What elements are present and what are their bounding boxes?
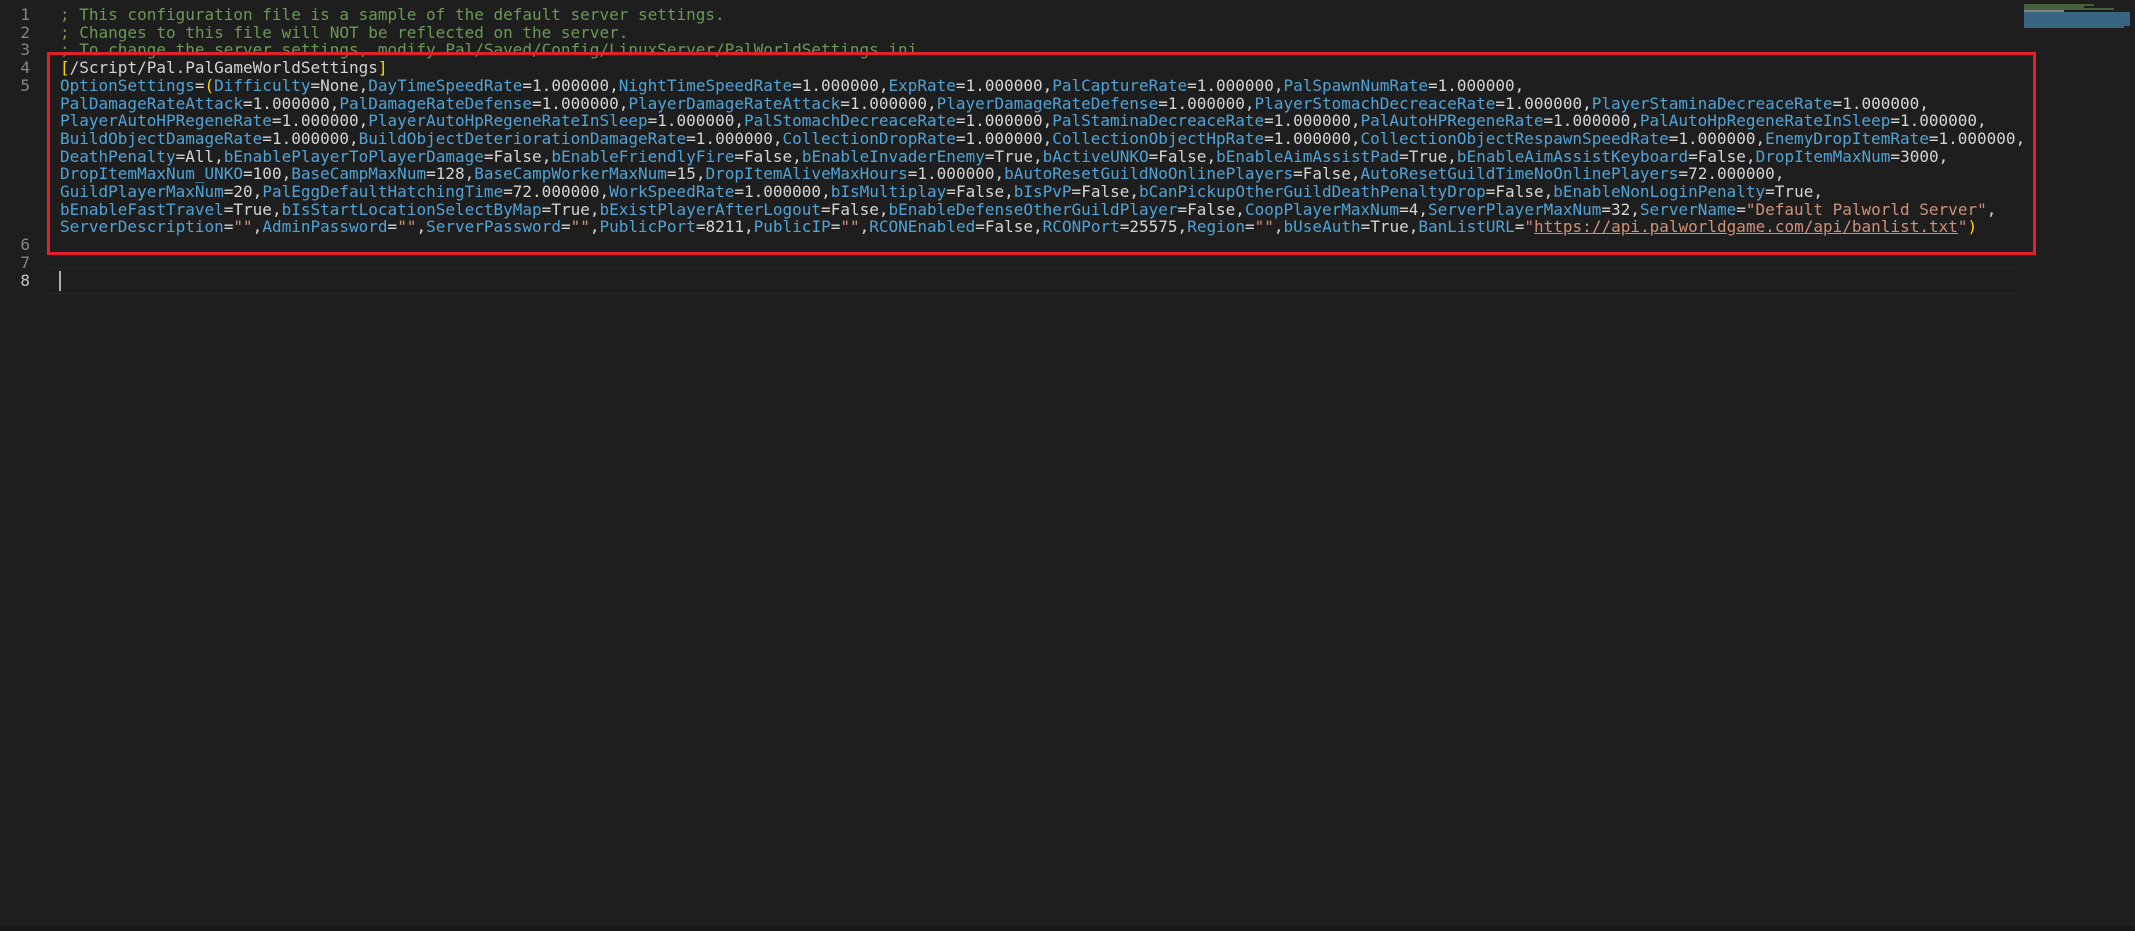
comma: ,	[1408, 217, 1419, 237]
code-editor[interactable]: 1; This configuration file is a sample o…	[0, 0, 2135, 931]
setting-key: PublicPort	[599, 217, 696, 237]
comma: ,	[1033, 217, 1043, 237]
setting-key: bUseAuth	[1283, 217, 1361, 237]
comma: ,	[1986, 199, 1997, 219]
editor-bottom-edge	[0, 925, 2135, 931]
equals: =	[1244, 217, 1255, 237]
paren-close: )	[1967, 217, 1978, 237]
setting-value: ""	[1254, 217, 1274, 237]
setting-key: RCONPort	[1042, 217, 1120, 237]
quote: "	[1957, 217, 1968, 237]
equals: =	[223, 217, 234, 237]
minimap[interactable]	[2024, 4, 2132, 28]
setting-key: AdminPassword	[262, 217, 388, 237]
setting-key: ServerDescription	[60, 217, 224, 237]
setting-key: Region	[1187, 217, 1245, 237]
comma: ,	[1177, 217, 1188, 237]
equals: =	[1119, 217, 1130, 237]
equals: =	[975, 217, 985, 237]
line-code[interactable]: ServerDescription="",AdminPassword="",Se…	[60, 215, 1977, 239]
line-number: 5	[20, 75, 30, 95]
setting-value: 25575	[1129, 217, 1178, 237]
comma: ,	[1273, 217, 1284, 237]
comma: ,	[416, 217, 427, 237]
setting-value: False	[984, 217, 1034, 237]
setting-value: 1.000000	[1938, 128, 2016, 148]
comma: ,	[252, 217, 263, 237]
current-line-highlight	[48, 267, 2018, 294]
minimap-row	[2024, 26, 2124, 28]
setting-value: 3000	[1900, 146, 1939, 166]
setting-value: 8211	[705, 217, 744, 237]
equals: =	[1890, 146, 1901, 166]
text-cursor	[59, 270, 61, 291]
setting-key: BanListURL	[1418, 217, 1515, 237]
quote: "	[1524, 217, 1535, 237]
comma: ,	[859, 217, 870, 237]
setting-value: True	[1370, 217, 1409, 237]
setting-value: ""	[570, 217, 590, 237]
comma: ,	[2015, 128, 2026, 148]
setting-value: ""	[233, 217, 253, 237]
setting-value: ""	[840, 217, 860, 237]
comma: ,	[589, 217, 600, 237]
setting-key: RCONEnabled	[869, 217, 976, 237]
url-link[interactable]: https://api.palworldgame.com/api/banlist…	[1534, 217, 1958, 236]
equals: =	[1360, 217, 1371, 237]
equals: =	[1514, 217, 1525, 237]
setting-key: ServerPassword	[426, 217, 561, 237]
comma: ,	[744, 217, 754, 237]
equals: =	[387, 217, 398, 237]
setting-value: ""	[397, 217, 417, 237]
line-number: 8	[20, 270, 30, 290]
comma: ,	[1938, 146, 1949, 166]
equals: =	[560, 217, 571, 237]
setting-key: PublicIP	[753, 217, 831, 237]
equals: =	[830, 217, 841, 237]
